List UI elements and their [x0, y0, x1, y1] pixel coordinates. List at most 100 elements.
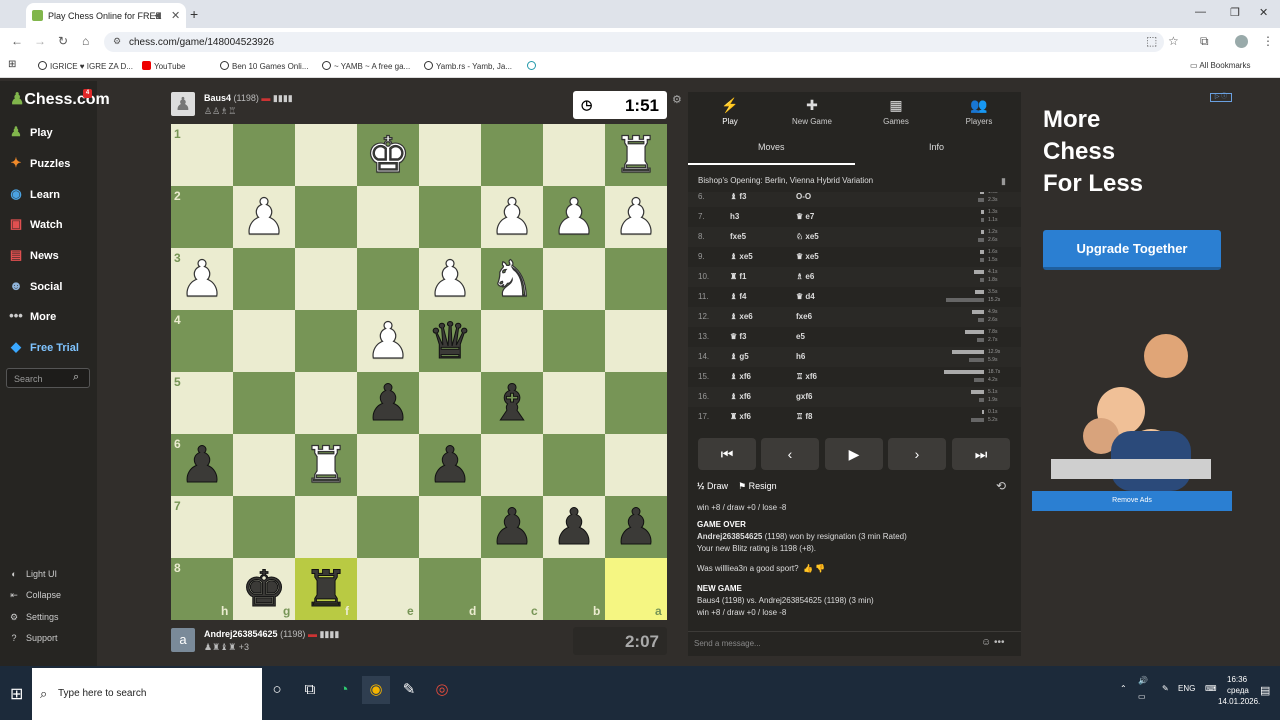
- white-move[interactable]: ♝ g5: [730, 347, 749, 367]
- bookmark-5[interactable]: Yamb.rs - Yamb, Ja...: [424, 61, 512, 71]
- windows-start-icon[interactable]: ⊞: [10, 684, 23, 704]
- forward-icon[interactable]: →: [34, 34, 46, 48]
- clock-time[interactable]: 16:36: [1227, 675, 1247, 684]
- board-square[interactable]: [481, 310, 543, 372]
- subtab-info[interactable]: Info: [929, 142, 944, 152]
- close-window-icon[interactable]: ✕: [1259, 6, 1268, 19]
- board-square[interactable]: [605, 248, 667, 310]
- maximize-icon[interactable]: ❐: [1230, 6, 1240, 19]
- cortana-icon[interactable]: ○: [263, 676, 291, 704]
- sidebar-search-input[interactable]: Search ⌕: [6, 368, 90, 388]
- white-move[interactable]: ♝ xf6: [730, 387, 751, 407]
- collapse-button[interactable]: ⇤ Collapse: [8, 590, 61, 601]
- black-move[interactable]: gxf6: [796, 387, 812, 407]
- board-square[interactable]: [233, 124, 295, 186]
- black-move[interactable]: ♗ e6: [796, 267, 814, 287]
- first-move-button[interactable]: ⏮: [698, 438, 756, 470]
- menu-dots-icon[interactable]: ⋮: [1262, 34, 1274, 48]
- chess-piece[interactable]: ♟: [605, 186, 667, 248]
- chess-piece[interactable]: ♟: [171, 248, 233, 310]
- pen-icon[interactable]: ✎: [1162, 684, 1169, 693]
- top-player-avatar[interactable]: ♟: [171, 92, 195, 116]
- chess-piece[interactable]: ♟: [605, 496, 667, 558]
- bookmark-6[interactable]: [527, 61, 539, 71]
- board-square[interactable]: [605, 434, 667, 496]
- chess-piece[interactable]: ♟: [481, 186, 543, 248]
- board-square[interactable]: [295, 248, 357, 310]
- site-info-icon[interactable]: ⚙: [113, 36, 121, 47]
- board-square[interactable]: [357, 186, 419, 248]
- reload-icon[interactable]: ↻: [58, 34, 68, 48]
- board-square[interactable]: [233, 372, 295, 434]
- last-move-button[interactable]: ⏭: [952, 438, 1010, 470]
- sidebar-item-news[interactable]: ▤ News: [8, 247, 59, 267]
- speaker-icon[interactable]: ◀: [154, 10, 161, 21]
- back-icon[interactable]: ←: [11, 34, 23, 48]
- board-square[interactable]: [543, 248, 605, 310]
- chess-piece[interactable]: ♟: [543, 186, 605, 248]
- sidebar-item-free-trial[interactable]: ◆ Free Trial: [8, 339, 79, 359]
- board-square[interactable]: [295, 310, 357, 372]
- board-square[interactable]: [233, 310, 295, 372]
- sidebar-item-play[interactable]: ♟ Play: [8, 124, 52, 144]
- black-move[interactable]: h6: [796, 347, 805, 367]
- board-square[interactable]: [481, 124, 543, 186]
- chess-piece[interactable]: ♟: [481, 496, 543, 558]
- tray-chevron-icon[interactable]: ⌃: [1120, 684, 1127, 693]
- book-icon[interactable]: ▮: [1001, 176, 1006, 187]
- minimize-icon[interactable]: —: [1195, 6, 1206, 18]
- chess-piece[interactable]: ♜: [605, 124, 667, 186]
- chess-piece[interactable]: ♜: [295, 558, 357, 620]
- emoji-icon[interactable]: ☺ •••: [981, 637, 1005, 648]
- extensions-icon[interactable]: ⧉: [1200, 34, 1209, 49]
- board-square[interactable]: [481, 434, 543, 496]
- bottom-player-avatar[interactable]: a: [171, 628, 195, 652]
- flip-board-icon[interactable]: ⟲: [996, 479, 1006, 493]
- board-square[interactable]: [295, 372, 357, 434]
- board-square[interactable]: [233, 496, 295, 558]
- taskbar-search-input[interactable]: ⌕ Type here to search: [32, 668, 262, 720]
- chess-piece[interactable]: ♝: [481, 372, 543, 434]
- chess-piece[interactable]: ♟: [171, 434, 233, 496]
- white-move[interactable]: ♝ xe5: [730, 247, 753, 267]
- sidebar-item-social[interactable]: ☻ Social: [8, 278, 62, 298]
- board-square[interactable]: [295, 186, 357, 248]
- chess-piece[interactable]: ♟: [419, 434, 481, 496]
- apps-grid-icon[interactable]: ⊞: [8, 59, 16, 70]
- ad-choices-icon[interactable]: ▷ ⓘ: [1210, 93, 1232, 102]
- chess-piece[interactable]: ♟: [233, 186, 295, 248]
- next-move-button[interactable]: ›: [888, 438, 946, 470]
- opening-name[interactable]: Bishop's Opening: Berlin, Vienna Hybrid …: [698, 176, 873, 185]
- whatsapp-icon[interactable]: ◔: [330, 676, 358, 704]
- board-square[interactable]: [543, 434, 605, 496]
- black-move[interactable]: ♛ xe5: [796, 247, 819, 267]
- app-icon[interactable]: ✎: [395, 676, 423, 704]
- white-move[interactable]: ♝ xe6: [730, 307, 753, 327]
- black-move[interactable]: O-O: [796, 192, 811, 207]
- white-move[interactable]: ♛ f3: [730, 327, 747, 347]
- white-move[interactable]: ♝ f4: [730, 287, 747, 307]
- subtab-moves[interactable]: Moves: [758, 142, 785, 152]
- black-move[interactable]: e5: [796, 327, 805, 347]
- tab-new-game[interactable]: ✚ New Game: [772, 97, 852, 126]
- play-moves-button[interactable]: ▶: [825, 438, 883, 470]
- white-move[interactable]: h3: [730, 207, 739, 227]
- chesscom-logo[interactable]: ♟Chess.com 4: [10, 89, 110, 109]
- task-view-icon[interactable]: ⧉: [296, 676, 324, 704]
- chat-message-input[interactable]: Send a message... ☺ •••: [688, 631, 1021, 655]
- sidebar-item-puzzles[interactable]: ✦ Puzzles: [8, 155, 71, 175]
- board-square[interactable]: [543, 124, 605, 186]
- black-move[interactable]: fxe6: [796, 307, 812, 327]
- search-icon[interactable]: ⌕: [73, 371, 79, 384]
- board-square[interactable]: [357, 248, 419, 310]
- bottom-player-name[interactable]: Andrej263854625: [204, 629, 278, 639]
- light-ui-toggle[interactable]: ◐ Light UI: [8, 569, 57, 579]
- all-bookmarks[interactable]: ▭ All Bookmarks: [1190, 61, 1250, 70]
- white-move[interactable]: ♝ f3: [730, 192, 747, 207]
- sidebar-item-watch[interactable]: ▣ Watch: [8, 216, 63, 236]
- chess-piece[interactable]: ♟: [543, 496, 605, 558]
- url-input[interactable]: ⚙ chess.com/game/148004523926: [104, 32, 1164, 52]
- board-square[interactable]: [605, 310, 667, 372]
- chess-piece[interactable]: ♜: [295, 434, 357, 496]
- board-square[interactable]: [543, 310, 605, 372]
